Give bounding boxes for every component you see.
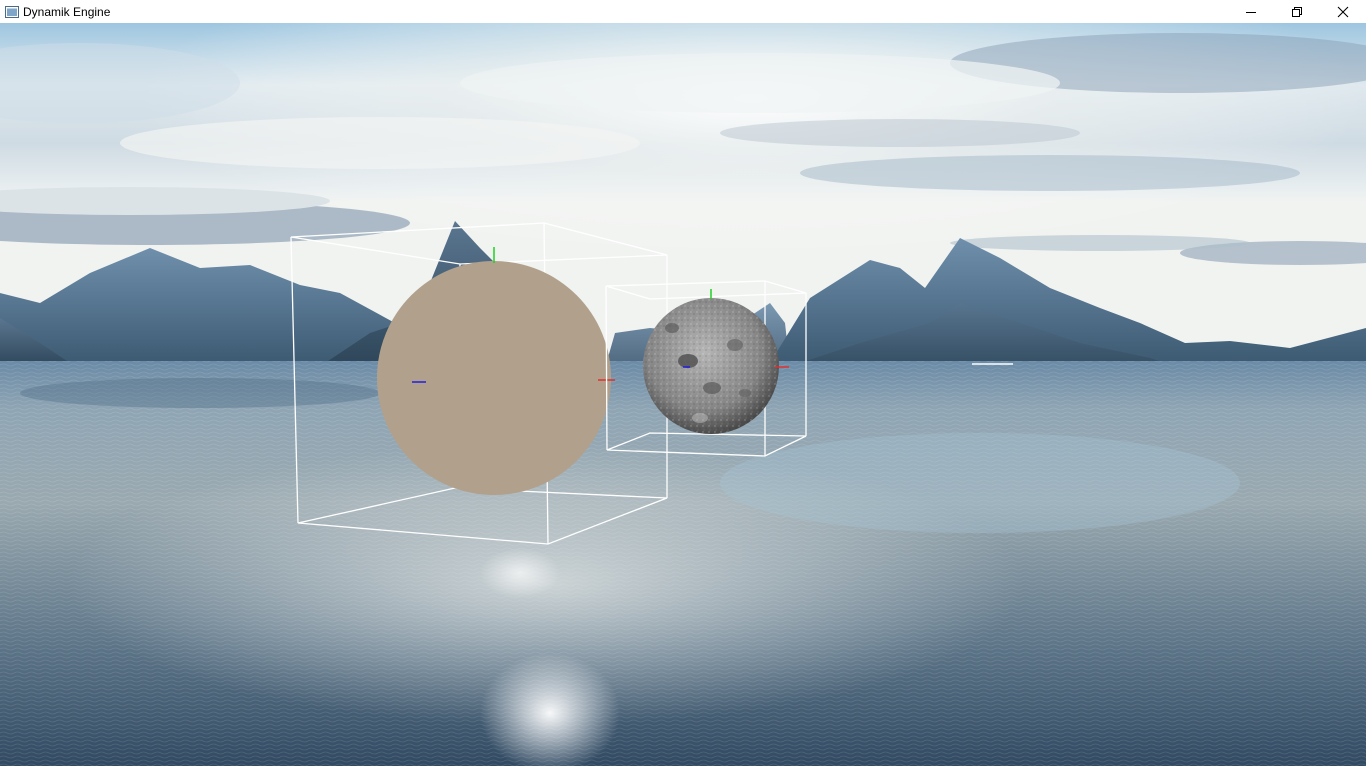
restore-icon <box>1292 6 1302 17</box>
close-icon <box>1337 6 1349 17</box>
window-title: Dynamik Engine <box>23 4 111 19</box>
minimize-button[interactable] <box>1228 0 1274 23</box>
title-bar[interactable]: Dynamik Engine <box>0 0 1366 23</box>
moon-textured-sphere <box>643 298 779 434</box>
minimize-icon <box>1246 11 1256 13</box>
render-viewport[interactable] <box>0 23 1366 766</box>
close-button[interactable] <box>1320 0 1366 23</box>
window-controls <box>1228 0 1366 23</box>
scene-render <box>0 23 1366 766</box>
plain-sphere <box>377 261 611 495</box>
restore-button[interactable] <box>1274 0 1320 23</box>
app-window-icon <box>4 4 20 20</box>
